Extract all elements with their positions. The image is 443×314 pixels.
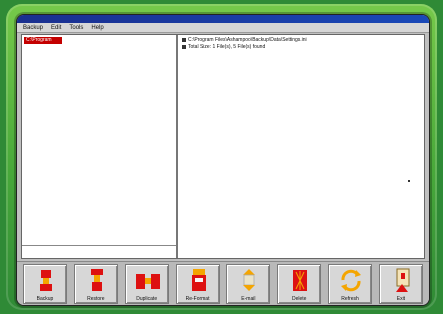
- application-window: Backup Edit Tools Help C:\Program C:\Pro…: [16, 14, 430, 306]
- menu-item-help[interactable]: Help: [91, 23, 103, 33]
- restore-label: Restore: [87, 296, 105, 302]
- reformat-label: Re-Format: [185, 296, 210, 302]
- duplicate-icon: [135, 274, 160, 289]
- list-item[interactable]: Total Size: 1 File(s), 5 File(s) found: [182, 44, 402, 51]
- tree-item-selected[interactable]: C:\Program: [24, 37, 62, 44]
- email-icon: [243, 269, 256, 291]
- email-label: E-mail: [241, 296, 256, 302]
- email-button[interactable]: E-mail: [226, 264, 271, 304]
- reformat-button[interactable]: Re-Format: [175, 264, 220, 304]
- backup-button[interactable]: Backup: [23, 264, 67, 304]
- menu-item-edit[interactable]: Edit: [51, 23, 61, 33]
- bottom-toolbar: Backup Restore Duplicate Re-Format E-mai…: [17, 261, 429, 305]
- exit-icon: [395, 268, 410, 292]
- duplicate-button[interactable]: Duplicate: [124, 264, 169, 304]
- content-panes: C:\Program C:\Program Files\Ashampoo\Bac…: [21, 34, 425, 259]
- restore-button[interactable]: Restore: [73, 264, 118, 304]
- duplicate-label: Duplicate: [136, 296, 158, 302]
- backup-icon: [40, 270, 52, 291]
- exit-button[interactable]: Exit: [378, 264, 423, 304]
- menu-item-tools[interactable]: Tools: [69, 23, 83, 33]
- menu-bar: Backup Edit Tools Help: [17, 23, 429, 33]
- list-item[interactable]: C:\Program Files\Ashampoo\Backup\Data\Se…: [182, 37, 402, 44]
- refresh-icon: [341, 269, 362, 292]
- list-item-text: C:\Program Files\Ashampoo\Backup\Data\Se…: [188, 37, 307, 43]
- delete-button[interactable]: Delete: [277, 264, 322, 304]
- exit-label: Exit: [396, 296, 406, 302]
- reformat-icon: [191, 269, 206, 291]
- menu-item-backup[interactable]: Backup: [23, 23, 43, 33]
- file-list-pane[interactable]: C:\Program Files\Ashampoo\Backup\Data\Se…: [178, 35, 424, 258]
- cursor-dot: [408, 180, 410, 182]
- restore-icon: [90, 269, 103, 291]
- file-icon: [182, 37, 186, 42]
- pane-divider-line: [22, 245, 176, 246]
- delete-label: Delete: [291, 296, 307, 302]
- file-icon: [182, 44, 186, 49]
- refresh-button[interactable]: Refresh: [328, 264, 373, 304]
- refresh-label: Refresh: [341, 296, 359, 302]
- delete-icon: [293, 270, 308, 291]
- list-item-text: Total Size: 1 File(s), 5 File(s) found: [188, 44, 266, 50]
- backup-label: Backup: [36, 296, 54, 302]
- folder-tree-pane[interactable]: C:\Program: [22, 35, 178, 258]
